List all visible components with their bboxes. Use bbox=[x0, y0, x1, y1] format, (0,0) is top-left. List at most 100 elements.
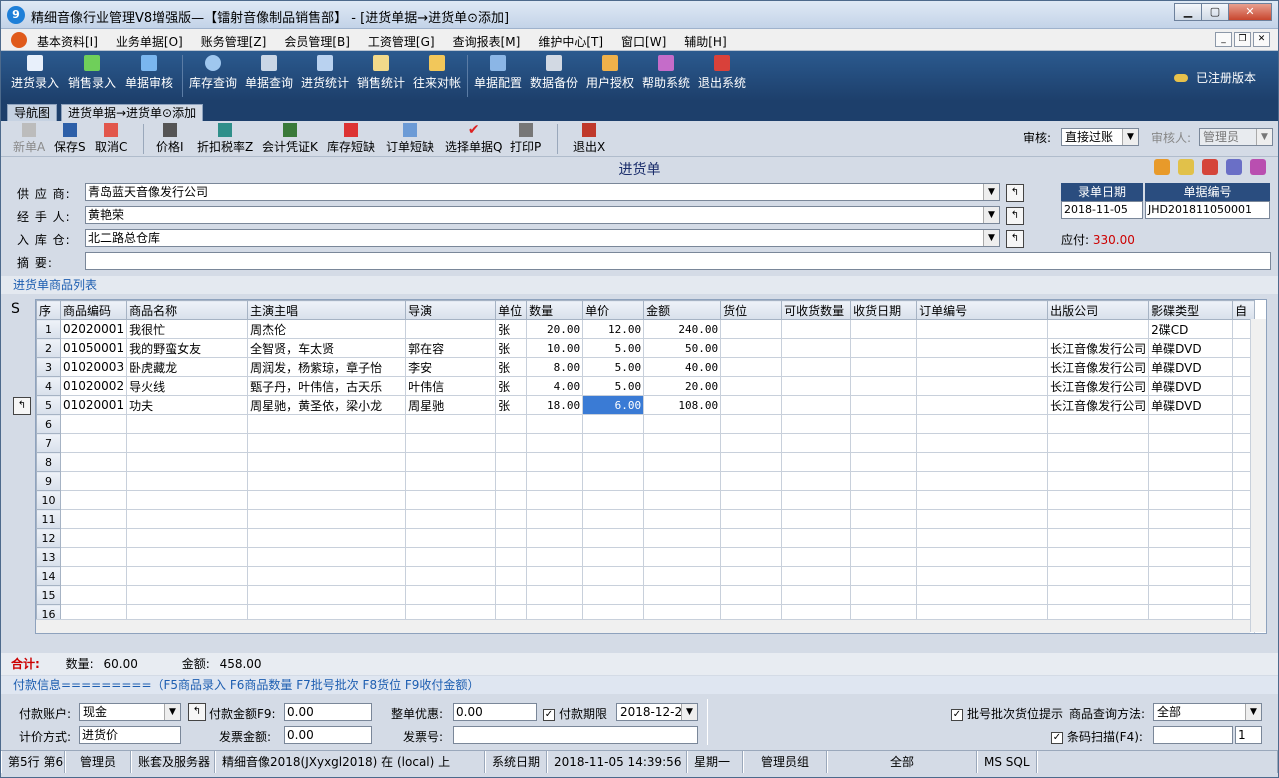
table-cell[interactable] bbox=[781, 433, 852, 453]
table-cell[interactable] bbox=[405, 471, 497, 491]
table-cell[interactable] bbox=[850, 585, 918, 605]
table-cell[interactable] bbox=[582, 509, 645, 529]
table-cell[interactable] bbox=[720, 338, 783, 358]
table-cell[interactable] bbox=[720, 566, 783, 586]
column-header[interactable]: 货位 bbox=[720, 300, 783, 320]
table-cell[interactable]: 周星驰 bbox=[405, 395, 497, 415]
date-field[interactable]: 2018-11-05 bbox=[1061, 201, 1143, 219]
table-cell[interactable] bbox=[1047, 433, 1150, 453]
table-cell[interactable] bbox=[59, 433, 128, 453]
table-cell[interactable] bbox=[781, 395, 852, 415]
table-cell[interactable] bbox=[781, 471, 852, 491]
table-cell[interactable]: 长江音像发行公司 bbox=[1047, 395, 1150, 415]
table-cell[interactable] bbox=[1047, 585, 1150, 605]
table-cell[interactable] bbox=[1047, 414, 1150, 434]
purchase-entry-button[interactable]: 进货录入 bbox=[11, 55, 59, 91]
table-cell[interactable] bbox=[582, 433, 645, 453]
maximize-button[interactable]: ▢ bbox=[1201, 3, 1229, 21]
table-cell[interactable] bbox=[495, 471, 528, 491]
column-header[interactable]: 商品名称 bbox=[126, 300, 249, 320]
chart-icon[interactable] bbox=[1202, 159, 1218, 175]
table-cell[interactable] bbox=[1047, 471, 1150, 491]
table-cell[interactable] bbox=[916, 395, 1049, 415]
table-cell[interactable]: 张 bbox=[495, 395, 528, 415]
table-cell[interactable] bbox=[59, 585, 128, 605]
auditor-select[interactable]: 管理员 ▼ bbox=[1199, 128, 1273, 146]
table-cell[interactable] bbox=[126, 547, 249, 567]
table-cell[interactable] bbox=[643, 509, 722, 529]
table-cell[interactable] bbox=[850, 319, 918, 339]
column-header[interactable]: 数量 bbox=[526, 300, 584, 320]
table-cell[interactable] bbox=[781, 414, 852, 434]
table-cell[interactable] bbox=[1148, 528, 1234, 548]
menu-accounts[interactable]: 账务管理[Z] bbox=[201, 33, 267, 50]
table-cell[interactable] bbox=[850, 395, 918, 415]
folder-icon[interactable] bbox=[1178, 159, 1194, 175]
table-row[interactable]: 12 bbox=[36, 528, 1256, 548]
table-cell[interactable] bbox=[916, 319, 1049, 339]
table-cell[interactable]: 周星驰，黄圣依，梁小龙 bbox=[247, 395, 407, 415]
column-header[interactable]: 单位 bbox=[495, 300, 528, 320]
table-cell[interactable] bbox=[126, 414, 249, 434]
user-auth-button[interactable]: 用户授权 bbox=[586, 55, 634, 91]
table-cell[interactable]: 2碟CD bbox=[1148, 319, 1234, 339]
table-cell[interactable] bbox=[526, 471, 584, 491]
table-cell[interactable] bbox=[526, 547, 584, 567]
table-cell[interactable]: 单碟DVD bbox=[1148, 338, 1234, 358]
table-cell[interactable]: 5.00 bbox=[582, 376, 645, 396]
table-cell[interactable] bbox=[720, 433, 783, 453]
doc-query-button[interactable]: 单据查询 bbox=[245, 55, 293, 91]
table-cell[interactable] bbox=[916, 528, 1049, 548]
print-button[interactable]: 打印P bbox=[510, 123, 541, 155]
table-cell[interactable] bbox=[643, 414, 722, 434]
purchase-stats-button[interactable]: 进货统计 bbox=[301, 55, 349, 91]
table-cell[interactable]: 长江音像发行公司 bbox=[1047, 338, 1150, 358]
menu-business[interactable]: 业务单据[O] bbox=[116, 33, 183, 50]
table-cell[interactable] bbox=[643, 528, 722, 548]
table-cell[interactable]: 周杰伦 bbox=[247, 319, 407, 339]
table-cell[interactable] bbox=[247, 509, 407, 529]
table-cell[interactable] bbox=[247, 433, 407, 453]
table-cell[interactable] bbox=[495, 452, 528, 472]
table-cell[interactable] bbox=[916, 471, 1049, 491]
table-row[interactable]: 10 bbox=[36, 490, 1256, 510]
table-cell[interactable] bbox=[405, 566, 497, 586]
menu-window[interactable]: 窗口[W] bbox=[621, 33, 666, 50]
table-cell[interactable] bbox=[495, 509, 528, 529]
table-cell[interactable] bbox=[916, 433, 1049, 453]
sales-entry-button[interactable]: 销售录入 bbox=[68, 55, 116, 91]
sales-stats-button[interactable]: 销售统计 bbox=[357, 55, 405, 91]
table-cell[interactable] bbox=[720, 509, 783, 529]
table-cell[interactable] bbox=[850, 490, 918, 510]
cancel-button[interactable]: 取消C bbox=[95, 123, 127, 155]
table-cell[interactable]: 单碟DVD bbox=[1148, 357, 1234, 377]
table-cell[interactable] bbox=[850, 528, 918, 548]
table-cell[interactable] bbox=[247, 528, 407, 548]
barcode-qty-field[interactable]: 1 bbox=[1235, 726, 1262, 744]
table-cell[interactable] bbox=[916, 547, 1049, 567]
price-mode-field[interactable]: 进货价 bbox=[79, 726, 181, 744]
table-cell[interactable] bbox=[582, 528, 645, 548]
payment-amount-field[interactable]: 0.00 bbox=[284, 703, 372, 721]
column-header[interactable]: 收货日期 bbox=[850, 300, 918, 320]
table-cell[interactable] bbox=[916, 357, 1049, 377]
table-cell[interactable] bbox=[582, 490, 645, 510]
table-cell[interactable] bbox=[582, 452, 645, 472]
mdi-minimize-button[interactable]: _ bbox=[1215, 32, 1232, 47]
table-cell[interactable] bbox=[781, 566, 852, 586]
new-doc-button[interactable]: 新单A bbox=[13, 123, 45, 155]
table-cell[interactable] bbox=[720, 471, 783, 491]
table-cell[interactable] bbox=[781, 357, 852, 377]
table-cell[interactable] bbox=[126, 528, 249, 548]
table-cell[interactable] bbox=[495, 585, 528, 605]
table-row[interactable]: 9 bbox=[36, 471, 1256, 491]
table-cell[interactable] bbox=[916, 585, 1049, 605]
grid-settings-icon[interactable]: S bbox=[11, 301, 20, 317]
table-cell[interactable] bbox=[526, 585, 584, 605]
table-cell[interactable] bbox=[781, 338, 852, 358]
table-cell[interactable]: 8.00 bbox=[526, 357, 584, 377]
barcode-field[interactable] bbox=[1153, 726, 1233, 744]
table-row[interactable]: 15 bbox=[36, 585, 1256, 605]
table-cell[interactable]: 张 bbox=[495, 319, 528, 339]
table-cell[interactable]: 4.00 bbox=[526, 376, 584, 396]
